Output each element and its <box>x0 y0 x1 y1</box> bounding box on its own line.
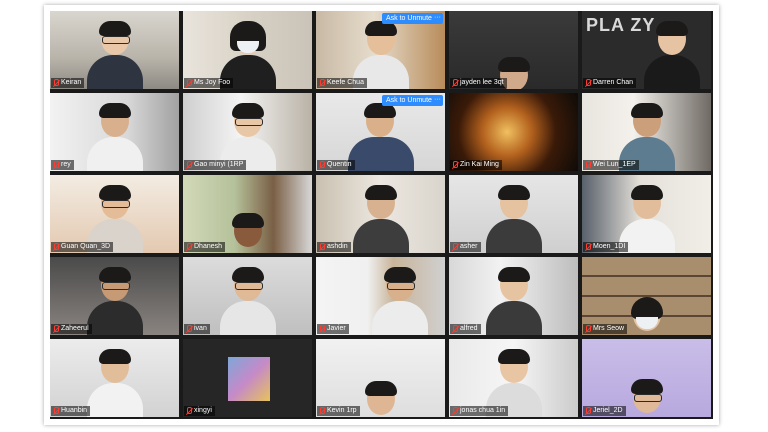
muted-mic-icon <box>318 243 325 251</box>
muted-mic-icon <box>52 79 59 87</box>
muted-mic-icon <box>584 161 591 169</box>
muted-mic-icon <box>584 407 591 415</box>
video-tile-zin-kai-ming[interactable]: Zin Kai Ming <box>449 93 578 171</box>
video-tile-gao-minyi[interactable]: Gao minyi (1RP <box>183 93 312 171</box>
participant-name-tag: ivan <box>184 324 210 334</box>
participant-video <box>347 103 414 171</box>
participant-video <box>485 185 542 253</box>
participant-name-tag: asher <box>450 242 481 252</box>
muted-mic-icon <box>185 161 192 169</box>
participant-video <box>219 267 276 335</box>
video-tile-moen[interactable]: Moen_1DI <box>582 175 711 253</box>
participant-video <box>86 267 143 335</box>
video-tile-ivan[interactable]: ivan <box>183 257 312 335</box>
video-tile-jonas-chua[interactable]: jonas chua 1in <box>449 339 578 417</box>
participant-video <box>485 267 542 335</box>
video-tile-zaheerul[interactable]: Zaheerul <box>50 257 179 335</box>
profile-picture <box>228 357 270 401</box>
video-tile-ashdin[interactable]: ashdin <box>316 175 445 253</box>
participant-name-tag: Ms Joy Foo <box>184 78 234 88</box>
participant-video <box>627 297 667 335</box>
participant-video <box>86 21 143 89</box>
participant-name-tag: Zin Kai Ming <box>450 160 502 170</box>
video-tile-kevin[interactable]: Kevin 1rp <box>316 339 445 417</box>
muted-mic-icon <box>185 243 192 251</box>
participant-name-tag: alfred <box>450 324 481 334</box>
participant-name-tag: Keiran <box>51 78 85 88</box>
participant-video <box>353 381 409 417</box>
video-tile-guan-quan[interactable]: Guan Quan_3D <box>50 175 179 253</box>
video-tile-dhanesh[interactable]: Dhanesh <box>183 175 312 253</box>
muted-mic-icon <box>52 161 59 169</box>
muted-mic-icon <box>185 325 192 333</box>
video-tile-quentin[interactable]: Ask to Unmute ··· Quentin <box>316 93 445 171</box>
participant-name-tag: Darren Chan <box>583 78 637 88</box>
participant-name-tag: Moen_1DI <box>583 242 629 252</box>
participant-video <box>86 103 143 171</box>
muted-mic-icon <box>451 161 458 169</box>
video-tile-jeriel[interactable]: Jeriel_2D <box>582 339 711 417</box>
muted-mic-icon <box>584 243 591 251</box>
muted-mic-icon <box>318 79 325 87</box>
participant-video <box>619 379 675 417</box>
participant-video <box>371 267 428 335</box>
video-tile-asher[interactable]: asher <box>449 175 578 253</box>
participant-name-tag: rey <box>51 160 74 170</box>
muted-mic-icon <box>318 407 325 415</box>
participant-video <box>352 185 409 253</box>
participant-name-tag: Keefe Chua <box>317 78 367 88</box>
participant-name-tag: Huanbin <box>51 406 91 416</box>
muted-mic-icon <box>185 79 192 87</box>
video-tile-huanbin[interactable]: Huanbin <box>50 339 179 417</box>
participant-video <box>644 21 701 89</box>
participant-name-tag: xingyi <box>184 406 215 416</box>
participant-name-tag: Quentin <box>317 160 355 170</box>
video-tile-alfred[interactable]: alfred <box>449 257 578 335</box>
video-tile-ms-joy-foo[interactable]: Ms Joy Foo <box>183 11 312 89</box>
muted-mic-icon <box>52 407 59 415</box>
video-tile-xingyi[interactable]: xingyi <box>183 339 312 417</box>
video-tile-keiran[interactable]: Keiran <box>50 11 179 89</box>
participant-name-tag: Jeriel_2D <box>583 406 626 416</box>
muted-mic-icon <box>451 407 458 415</box>
screenshot-frame: Keiran Ms Joy Foo Ask to Unmute ··· Keef… <box>44 5 719 425</box>
participant-name-tag: Javier <box>317 324 349 334</box>
muted-mic-icon <box>451 243 458 251</box>
video-tile-rey[interactable]: rey <box>50 93 179 171</box>
participant-name-tag: ashdin <box>317 242 351 252</box>
muted-mic-icon <box>318 161 325 169</box>
participant-name-tag: jonas chua 1in <box>450 406 509 416</box>
participant-video <box>228 213 268 253</box>
participant-name-tag: Kevin 1rp <box>317 406 360 416</box>
muted-mic-icon <box>584 79 591 87</box>
participant-name-tag: Wei Lun_1EP <box>583 160 639 170</box>
more-options-button[interactable]: ··· <box>432 13 443 24</box>
video-tile-mrs-seow[interactable]: Mrs Seow <box>582 257 711 335</box>
gallery-grid: Keiran Ms Joy Foo Ask to Unmute ··· Keef… <box>50 11 713 419</box>
more-options-button[interactable]: ··· <box>432 95 443 106</box>
muted-mic-icon <box>584 325 591 333</box>
muted-mic-icon <box>52 325 59 333</box>
video-tile-darren-chan[interactable]: PLA ZY Darren Chan <box>582 11 711 89</box>
bookshelf <box>582 275 711 277</box>
participant-name-tag: Mrs Seow <box>583 324 628 334</box>
video-tile-wei-lun[interactable]: Wei Lun_1EP <box>582 93 711 171</box>
participant-name-tag: jayden lee 3qt <box>450 78 507 88</box>
participant-name-tag: Dhanesh <box>184 242 226 252</box>
muted-mic-icon <box>52 243 59 251</box>
participant-video <box>86 349 143 417</box>
ask-to-unmute-button[interactable]: Ask to Unmute <box>382 13 436 24</box>
muted-mic-icon <box>451 325 458 333</box>
video-tile-javier[interactable]: Javier <box>316 257 445 335</box>
video-tile-jayden-lee[interactable]: jayden lee 3qt <box>449 11 578 89</box>
muted-mic-icon <box>185 407 192 415</box>
muted-mic-icon <box>451 79 458 87</box>
video-tile-keefe-chua[interactable]: Ask to Unmute ··· Keefe Chua <box>316 11 445 89</box>
participant-name-tag: Zaheerul <box>51 324 92 334</box>
ask-to-unmute-button[interactable]: Ask to Unmute <box>382 95 436 106</box>
muted-mic-icon <box>318 325 325 333</box>
participant-name-tag: Guan Quan_3D <box>51 242 114 252</box>
participant-name-tag: Gao minyi (1RP <box>184 160 247 170</box>
